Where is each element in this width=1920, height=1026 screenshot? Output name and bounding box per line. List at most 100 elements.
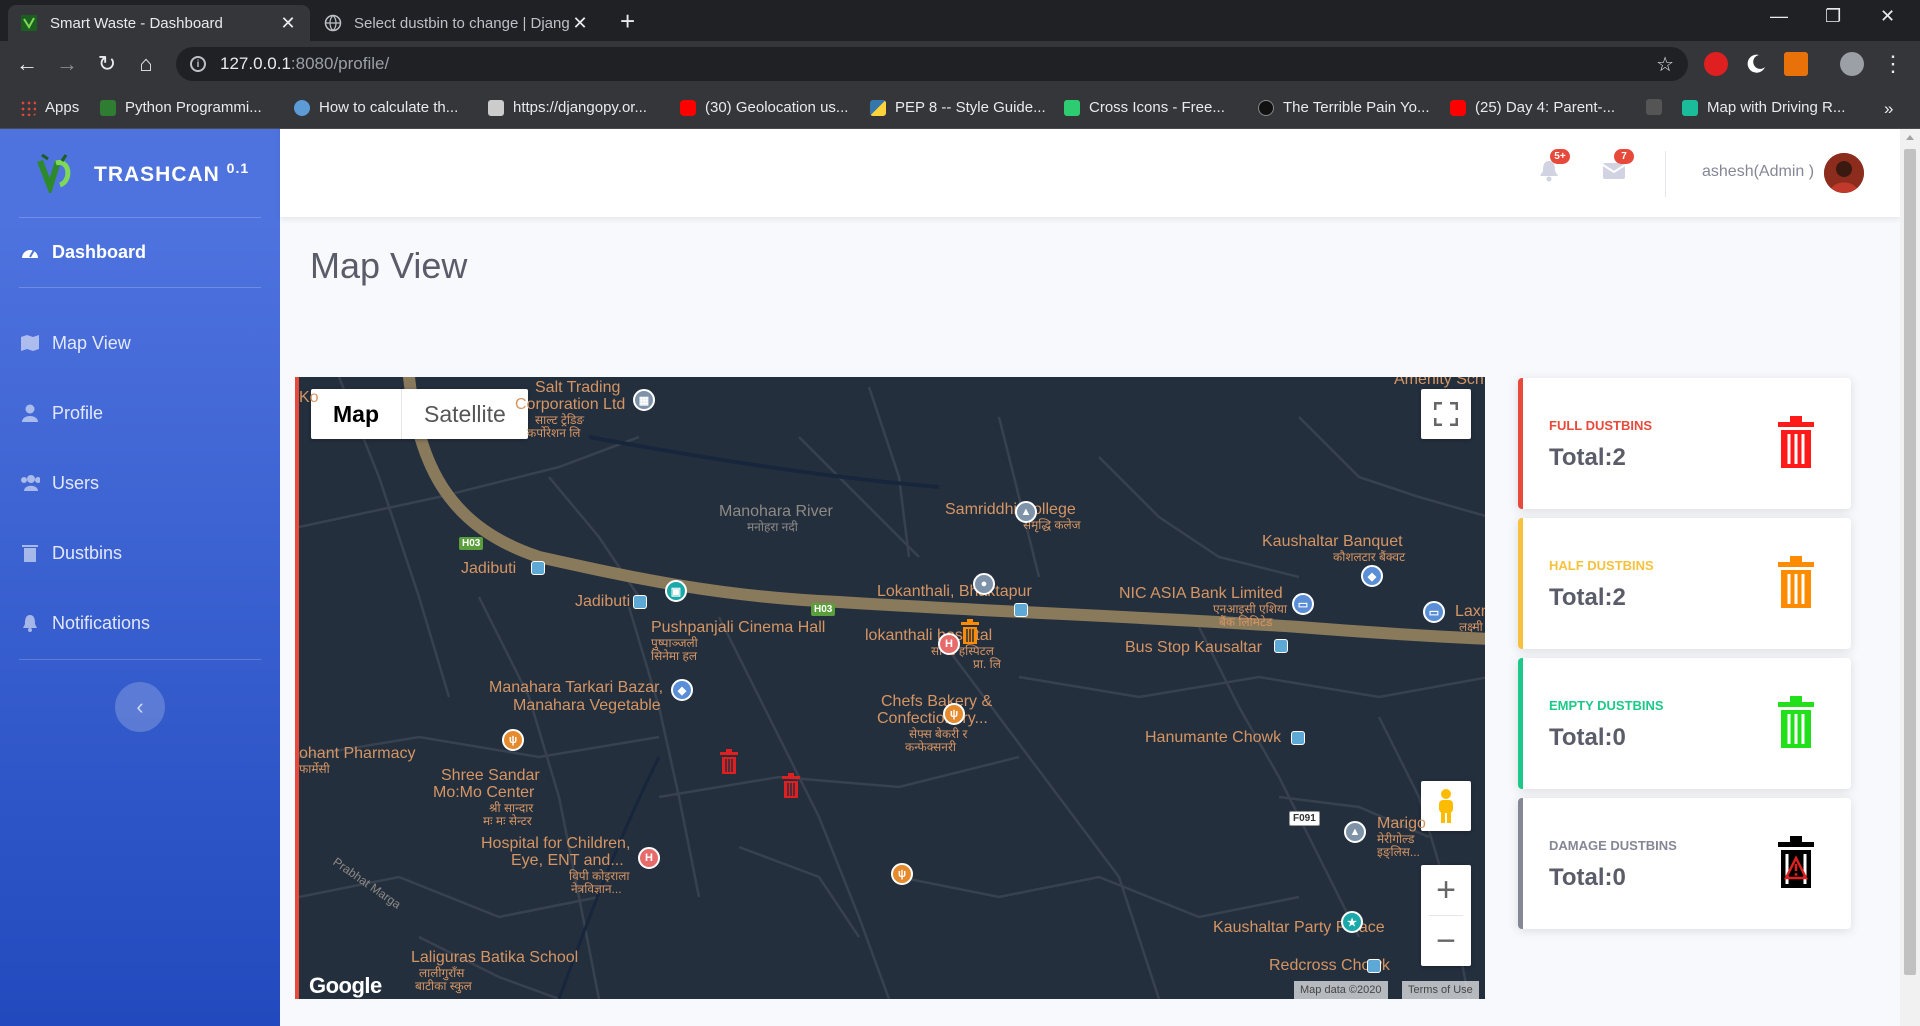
back-icon[interactable]: ← <box>14 51 40 77</box>
hospital-pin-icon[interactable]: H <box>638 847 660 869</box>
bookmark-star-icon[interactable]: ☆ <box>1656 52 1674 77</box>
map-label: Manahara Vegetable <box>513 697 661 714</box>
card-title: HALF DUSTBINS <box>1549 558 1654 573</box>
bookmark-item[interactable]: The Terrible Pain Yo... <box>1258 99 1429 116</box>
messages-button[interactable]: 7 <box>1602 149 1634 185</box>
tab-close-icon[interactable]: ✕ <box>570 13 590 34</box>
google-logo: Google <box>309 973 382 998</box>
bookmark-item[interactable] <box>1646 99 1671 115</box>
home-icon[interactable]: ⌂ <box>133 51 159 77</box>
fullscreen-button[interactable] <box>1421 389 1471 439</box>
bookmark-item[interactable]: Map with Driving R... <box>1682 99 1845 116</box>
bus-stop-icon[interactable] <box>633 595 647 609</box>
place-pin-icon[interactable]: ● <box>973 573 995 595</box>
half-dustbin-marker-icon[interactable] <box>960 619 980 645</box>
bank-pin-icon[interactable]: ▦ <box>633 389 655 411</box>
zoom-out-button[interactable]: − <box>1421 916 1471 966</box>
address-bar[interactable]: i 127.0.0.1:8080/profile/ ☆ <box>176 47 1688 81</box>
street-view-pegman-button[interactable] <box>1421 781 1471 831</box>
close-window-icon[interactable]: ✕ <box>1880 6 1895 27</box>
tab-smart-waste[interactable]: Smart Waste - Dashboard ✕ <box>8 5 310 41</box>
sidebar-item-dustbins[interactable]: Dustbins <box>20 538 122 568</box>
bus-stop-icon[interactable] <box>1014 603 1028 617</box>
sidebar-toggle-button[interactable]: ‹ <box>115 682 165 732</box>
bank-pin-icon[interactable]: ▭ <box>1292 593 1314 615</box>
new-tab-icon[interactable]: + <box>620 8 635 34</box>
bookmark-item[interactable]: https://djangopy.or... <box>488 99 647 116</box>
tab-django-admin[interactable]: Select dustbin to change | Djang ✕ <box>312 5 602 41</box>
bus-stop-icon[interactable] <box>1274 639 1288 653</box>
sidebar-brand[interactable]: TRASHCAN 0.1 <box>0 129 280 217</box>
school-pin-icon[interactable]: ▲ <box>1015 501 1037 523</box>
half-dustbin-icon <box>1778 556 1814 608</box>
map-label: नेत्रविज्ञान... <box>571 882 622 896</box>
sidebar-item-notifications[interactable]: Notifications <box>20 608 150 638</box>
google-map[interactable]: Map Satellite + − Salt Trading Corporati… <box>295 377 1485 999</box>
map-label: बाटीका स्कुल <box>415 979 472 993</box>
shopping-pin-icon[interactable]: ◆ <box>1361 565 1383 587</box>
venue-pin-icon[interactable]: ★ <box>1341 911 1363 933</box>
card-title: EMPTY DUSTBINS <box>1549 698 1664 713</box>
cinema-pin-icon[interactable]: ▣ <box>665 580 687 602</box>
card-value: Total:2 <box>1549 444 1626 471</box>
reload-icon[interactable]: ↻ <box>94 51 120 77</box>
forward-icon[interactable]: → <box>54 51 80 77</box>
sidebar-item-users[interactable]: Users <box>20 468 99 498</box>
bookmark-item[interactable]: Cross Icons - Free... <box>1064 99 1225 116</box>
bookmarks-overflow-icon[interactable]: » <box>1884 99 1893 119</box>
zoom-control: + − <box>1421 865 1471 966</box>
sidebar-item-profile[interactable]: Profile <box>20 398 103 428</box>
bookmark-apps[interactable]: Apps <box>20 99 79 116</box>
market-pin-icon[interactable]: ◆ <box>671 679 693 701</box>
scroll-up-icon[interactable] <box>1906 135 1914 140</box>
dark-mode-moon-icon[interactable] <box>1744 52 1768 76</box>
page-title: Map View <box>310 245 468 286</box>
scrollbar-thumb[interactable] <box>1904 149 1916 975</box>
kebab-menu-icon[interactable]: ⋮ <box>1880 51 1906 77</box>
bookmark-item[interactable]: (30) Geolocation us... <box>680 99 848 116</box>
restaurant-pin-icon[interactable]: ψ <box>502 729 524 751</box>
map-label: Eye, ENT and... <box>511 852 624 869</box>
map-type-satellite-button[interactable]: Satellite <box>402 389 528 439</box>
user-avatar[interactable] <box>1824 153 1864 193</box>
bus-stop-icon[interactable] <box>1291 731 1305 745</box>
full-dustbin-marker-icon[interactable] <box>719 749 739 775</box>
sidebar: TRASHCAN 0.1 Dashboard Map View Profile <box>0 129 280 1026</box>
tab-close-icon[interactable]: ✕ <box>278 13 298 34</box>
card-title: FULL DUSTBINS <box>1549 418 1653 433</box>
school-pin-icon[interactable]: ▲ <box>1344 821 1366 843</box>
bus-stop-icon[interactable] <box>531 561 545 575</box>
map-roads <box>299 377 1485 999</box>
site-info-icon[interactable]: i <box>190 56 206 72</box>
sidebar-item-dashboard[interactable]: Dashboard <box>20 237 146 267</box>
page-scrollbar[interactable] <box>1900 129 1920 1026</box>
zoom-in-button[interactable]: + <box>1421 865 1471 915</box>
restore-icon[interactable]: ❐ <box>1825 6 1841 27</box>
minimize-icon[interactable]: — <box>1770 6 1788 27</box>
bus-stop-icon[interactable] <box>1367 959 1381 973</box>
map-label: प्रा. लि <box>973 657 1001 671</box>
road-shield: H03 <box>459 537 484 550</box>
terms-of-use-link[interactable]: Terms of Use <box>1402 981 1479 999</box>
map-label: Lokanthali, Bhaktapur <box>877 583 1032 600</box>
extension-off-icon[interactable] <box>1784 52 1808 76</box>
full-dustbin-marker-icon[interactable] <box>781 773 801 799</box>
map-type-map-button[interactable]: Map <box>311 389 402 439</box>
fullscreen-icon <box>1434 402 1458 426</box>
sidebar-item-map-view[interactable]: Map View <box>20 328 131 358</box>
restaurant-pin-icon[interactable]: ψ <box>943 703 965 725</box>
alerts-button[interactable]: 5+ <box>1538 149 1570 185</box>
bookmark-item[interactable]: Python Programmi... <box>100 99 262 116</box>
empty-dustbin-icon <box>1778 696 1814 748</box>
profile-avatar-icon[interactable] <box>1840 52 1864 76</box>
extension-hand-icon[interactable] <box>1704 52 1728 76</box>
hospital-pin-icon[interactable]: H <box>938 633 960 655</box>
bookmark-item[interactable]: How to calculate th... <box>294 99 458 116</box>
bookmark-favicon-icon <box>1646 99 1662 115</box>
bookmark-item[interactable]: (25) Day 4: Parent-... <box>1450 99 1615 116</box>
bank-pin-icon[interactable]: ▭ <box>1423 601 1445 623</box>
map-label: Marigo <box>1377 815 1426 832</box>
bookmark-item[interactable]: PEP 8 -- Style Guide... <box>870 99 1046 116</box>
restaurant-pin-icon[interactable]: ψ <box>891 863 913 885</box>
user-name[interactable]: ashesh(Admin ) <box>1702 163 1814 181</box>
